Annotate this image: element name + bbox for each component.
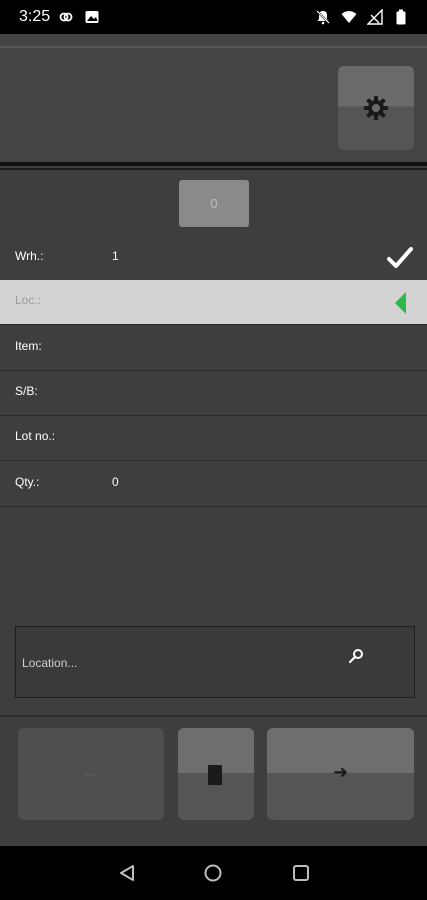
image-icon bbox=[84, 9, 100, 25]
active-pointer-icon bbox=[395, 292, 406, 314]
link-icon bbox=[58, 9, 74, 25]
actions-divider bbox=[0, 715, 427, 717]
location-search-box bbox=[15, 626, 415, 698]
lot-label: Lot no.: bbox=[15, 429, 56, 443]
header-separator-thin bbox=[0, 168, 427, 170]
quantity-value: 0 bbox=[112, 475, 119, 489]
form-row-location[interactable]: Loc.: bbox=[0, 280, 427, 325]
status-bar: 3:25 bbox=[0, 0, 427, 34]
bottom-gap bbox=[0, 832, 427, 846]
nav-recents-icon[interactable] bbox=[292, 864, 310, 887]
warehouse-label: Wrh.: bbox=[15, 249, 44, 263]
location-input[interactable] bbox=[20, 651, 344, 675]
app-header bbox=[0, 34, 427, 162]
header-separator bbox=[0, 162, 427, 166]
arrow-left-icon: ← bbox=[82, 762, 100, 782]
arrow-right-icon: ➜ bbox=[332, 762, 349, 782]
sb-label: S/B: bbox=[15, 384, 38, 398]
form-row-lot[interactable]: Lot no.: bbox=[0, 416, 427, 461]
stop-icon bbox=[208, 765, 222, 785]
form-row-sb[interactable]: S/B: bbox=[0, 371, 427, 416]
stop-button[interactable] bbox=[178, 728, 254, 820]
item-label: Item: bbox=[15, 339, 42, 353]
next-button[interactable]: ➜ bbox=[267, 728, 414, 820]
form-row-warehouse[interactable]: Wrh.: 1 bbox=[0, 236, 427, 281]
nav-home-icon[interactable] bbox=[204, 864, 222, 887]
nav-back-icon[interactable] bbox=[118, 864, 136, 887]
search-icon[interactable] bbox=[348, 648, 364, 669]
status-time: 3:25 bbox=[19, 8, 51, 25]
settings-button[interactable] bbox=[338, 66, 414, 150]
notifications-off-icon bbox=[315, 9, 331, 25]
back-button[interactable]: ← bbox=[18, 728, 164, 820]
navigation-bar bbox=[0, 846, 427, 900]
battery-icon bbox=[393, 9, 409, 25]
quantity-label: Qty.: bbox=[15, 475, 40, 489]
wifi-icon bbox=[341, 9, 357, 25]
form-row-quantity[interactable]: Qty.: 0 bbox=[0, 462, 427, 507]
check-icon bbox=[387, 246, 413, 275]
signal-icon bbox=[366, 8, 383, 25]
header-divider bbox=[0, 46, 427, 48]
counter-badge[interactable]: 0 bbox=[179, 180, 249, 227]
warehouse-value: 1 bbox=[112, 249, 119, 263]
form-row-item[interactable]: Item: bbox=[0, 326, 427, 371]
location-label: Loc.: bbox=[15, 293, 42, 307]
